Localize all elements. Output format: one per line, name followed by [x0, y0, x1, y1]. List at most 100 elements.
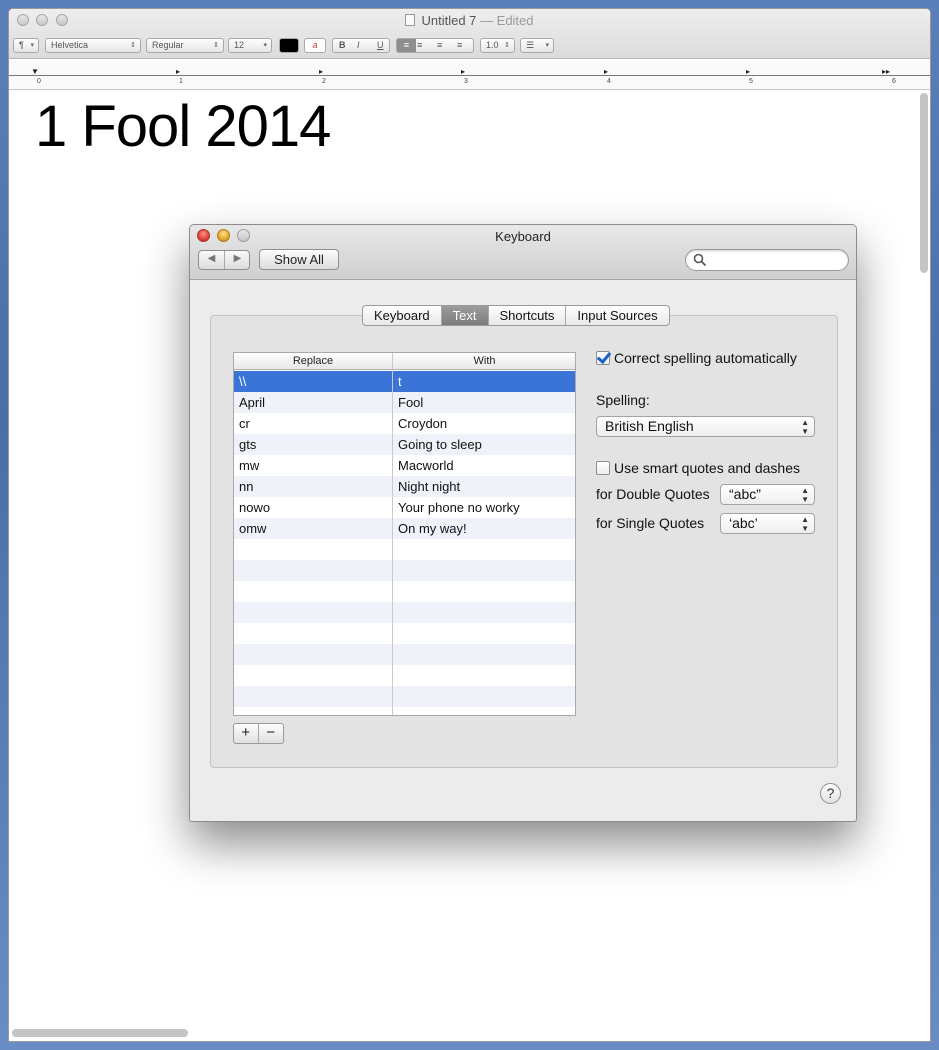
ruler-number: 4 — [607, 78, 611, 85]
highlight-color-well[interactable]: a — [304, 38, 326, 53]
empty-table-row[interactable] — [234, 560, 575, 581]
align-center-icon[interactable]: ≡ — [417, 39, 422, 52]
align-right-icon[interactable]: ≡ — [437, 39, 442, 52]
tab-stop-icon[interactable]: ▸ — [746, 67, 750, 76]
keyboard-titlebar: Keyboard ◀ ▶ Show All — [190, 225, 856, 280]
line-spacing-value: 1.0 — [486, 40, 499, 50]
smart-quotes-row[interactable]: Use smart quotes and dashes — [596, 460, 800, 476]
tab-text[interactable]: Text — [441, 306, 489, 325]
tab-keyboard[interactable]: Keyboard — [363, 306, 442, 325]
italic-button[interactable]: I — [357, 39, 360, 52]
with-cell: Fool — [398, 395, 424, 410]
font-size-combo[interactable]: 12 ▾ — [228, 38, 272, 53]
chevron-down-icon: ▾ — [545, 42, 549, 49]
correct-spelling-row[interactable]: Correct spelling automatically — [596, 350, 797, 366]
tab-stop-icon[interactable]: ▸ — [461, 67, 465, 76]
align-left-icon[interactable]: ≡ — [397, 39, 416, 52]
tab-shortcuts[interactable]: Shortcuts — [489, 306, 567, 325]
correct-spelling-checkbox[interactable] — [596, 351, 610, 365]
back-arrow-icon[interactable]: ◀ — [199, 253, 224, 264]
updown-icon: ⇕ — [130, 42, 136, 49]
table-row[interactable]: \\ t — [234, 371, 575, 392]
show-all-button[interactable]: Show All — [259, 249, 339, 270]
tab-stop-icon[interactable]: ▸ — [319, 67, 323, 76]
line-spacing-popup[interactable]: 1.0 ⇕ — [480, 38, 515, 53]
title-text: Untitled 7 — [421, 13, 477, 28]
edited-indicator: — Edited — [480, 13, 534, 28]
empty-table-row[interactable] — [234, 665, 575, 686]
with-cell: Going to sleep — [398, 437, 482, 452]
with-cell: Croydon — [398, 416, 448, 431]
window-title: Keyboard — [495, 229, 551, 244]
indent-marker-icon[interactable]: ▼ — [31, 67, 39, 76]
ruler-number: 3 — [464, 78, 468, 85]
correct-spelling-label: Correct spelling automatically — [614, 350, 797, 366]
table-row[interactable]: cr Croydon — [234, 413, 575, 434]
text-color-well[interactable] — [279, 38, 299, 53]
right-margin-icon[interactable]: ▸▸ — [882, 67, 890, 76]
remove-button[interactable]: − — [259, 724, 283, 743]
bold-button[interactable]: B — [339, 39, 346, 52]
add-remove-segment: + − — [233, 723, 284, 744]
ruler-number: 1 — [179, 78, 183, 85]
text-replacement-table[interactable]: Replace With \\ t April Fool cr Croydon gts Goi… — [233, 352, 576, 716]
align-justify-icon[interactable]: ≡ — [457, 39, 462, 52]
column-header-with[interactable]: With — [393, 355, 575, 367]
with-cell: Macworld — [398, 458, 454, 473]
with-cell: Night night — [398, 479, 461, 494]
help-button[interactable]: ? — [820, 783, 841, 804]
table-header: Replace With — [234, 353, 575, 370]
font-size-value: 12 — [234, 40, 245, 50]
replace-cell: gts — [239, 437, 257, 452]
updown-icon: ▲ ▼ — [801, 515, 809, 533]
tab-stop-icon[interactable]: ▸ — [604, 67, 608, 76]
with-cell: On my way! — [398, 521, 467, 536]
double-quotes-popup[interactable]: “abc” ▲ ▼ — [720, 484, 815, 505]
tab-input-sources[interactable]: Input Sources — [566, 306, 668, 325]
paragraph-style-popup[interactable]: ¶ ▾ — [13, 38, 39, 53]
table-row[interactable]: omw On my way! — [234, 518, 575, 539]
tab-bar: Keyboard Text Shortcuts Input Sources — [362, 305, 670, 326]
font-family-popup[interactable]: Helvetica ⇕ — [45, 38, 141, 53]
font-style-popup[interactable]: Regular ⇕ — [146, 38, 224, 53]
vertical-scrollbar[interactable] — [920, 93, 928, 273]
replace-cell: \\ — [239, 374, 247, 389]
add-button[interactable]: + — [234, 724, 259, 743]
text-style-segment: B I U — [332, 38, 390, 53]
updown-icon: ▲ ▼ — [801, 486, 809, 504]
empty-table-row[interactable] — [234, 644, 575, 665]
textedit-titlebar: Untitled 7 — Edited ¶ ▾ Helvetica ⇕ Regula… — [9, 9, 930, 59]
underline-button[interactable]: U — [377, 39, 384, 52]
spelling-language-value: British English — [605, 418, 694, 434]
horizontal-scrollbar[interactable] — [12, 1029, 188, 1037]
ruler[interactable]: ▼ ▸ ▸ ▸ ▸ ▸ ▸▸ 0 1 2 3 4 5 6 — [9, 60, 930, 90]
empty-table-row[interactable] — [234, 623, 575, 644]
spelling-language-popup[interactable]: British English ▲ ▼ — [596, 416, 815, 437]
table-row[interactable]: nowo Your phone no worky — [234, 497, 575, 518]
window-title: Untitled 7 — Edited — [9, 13, 930, 28]
back-forward-segment: ◀ ▶ — [198, 250, 250, 270]
document-text[interactable]: 1 Fool 2014 — [35, 93, 331, 160]
column-header-replace[interactable]: Replace — [234, 355, 392, 367]
ruler-baseline — [9, 75, 930, 76]
table-row[interactable]: gts Going to sleep — [234, 434, 575, 455]
list-popup[interactable]: ☰ ▾ — [520, 38, 554, 53]
empty-table-row[interactable] — [234, 539, 575, 560]
forward-arrow-icon[interactable]: ▶ — [225, 253, 250, 264]
empty-table-row[interactable] — [234, 686, 575, 707]
with-cell: t — [398, 374, 402, 389]
double-quotes-label: for Double Quotes — [596, 486, 710, 502]
font-family-value: Helvetica — [51, 40, 89, 50]
table-row[interactable]: April Fool — [234, 392, 575, 413]
table-row[interactable]: nn Night night — [234, 476, 575, 497]
search-input[interactable] — [685, 249, 849, 271]
tab-stop-icon[interactable]: ▸ — [176, 67, 180, 76]
smart-quotes-checkbox[interactable] — [596, 461, 610, 475]
empty-table-row[interactable] — [234, 602, 575, 623]
replace-cell: April — [239, 395, 266, 410]
single-quotes-popup[interactable]: ‘abc’ ▲ ▼ — [720, 513, 815, 534]
column-separator — [392, 353, 393, 715]
list-icon: ☰ — [526, 40, 535, 50]
empty-table-row[interactable] — [234, 581, 575, 602]
table-row[interactable]: mw Macworld — [234, 455, 575, 476]
